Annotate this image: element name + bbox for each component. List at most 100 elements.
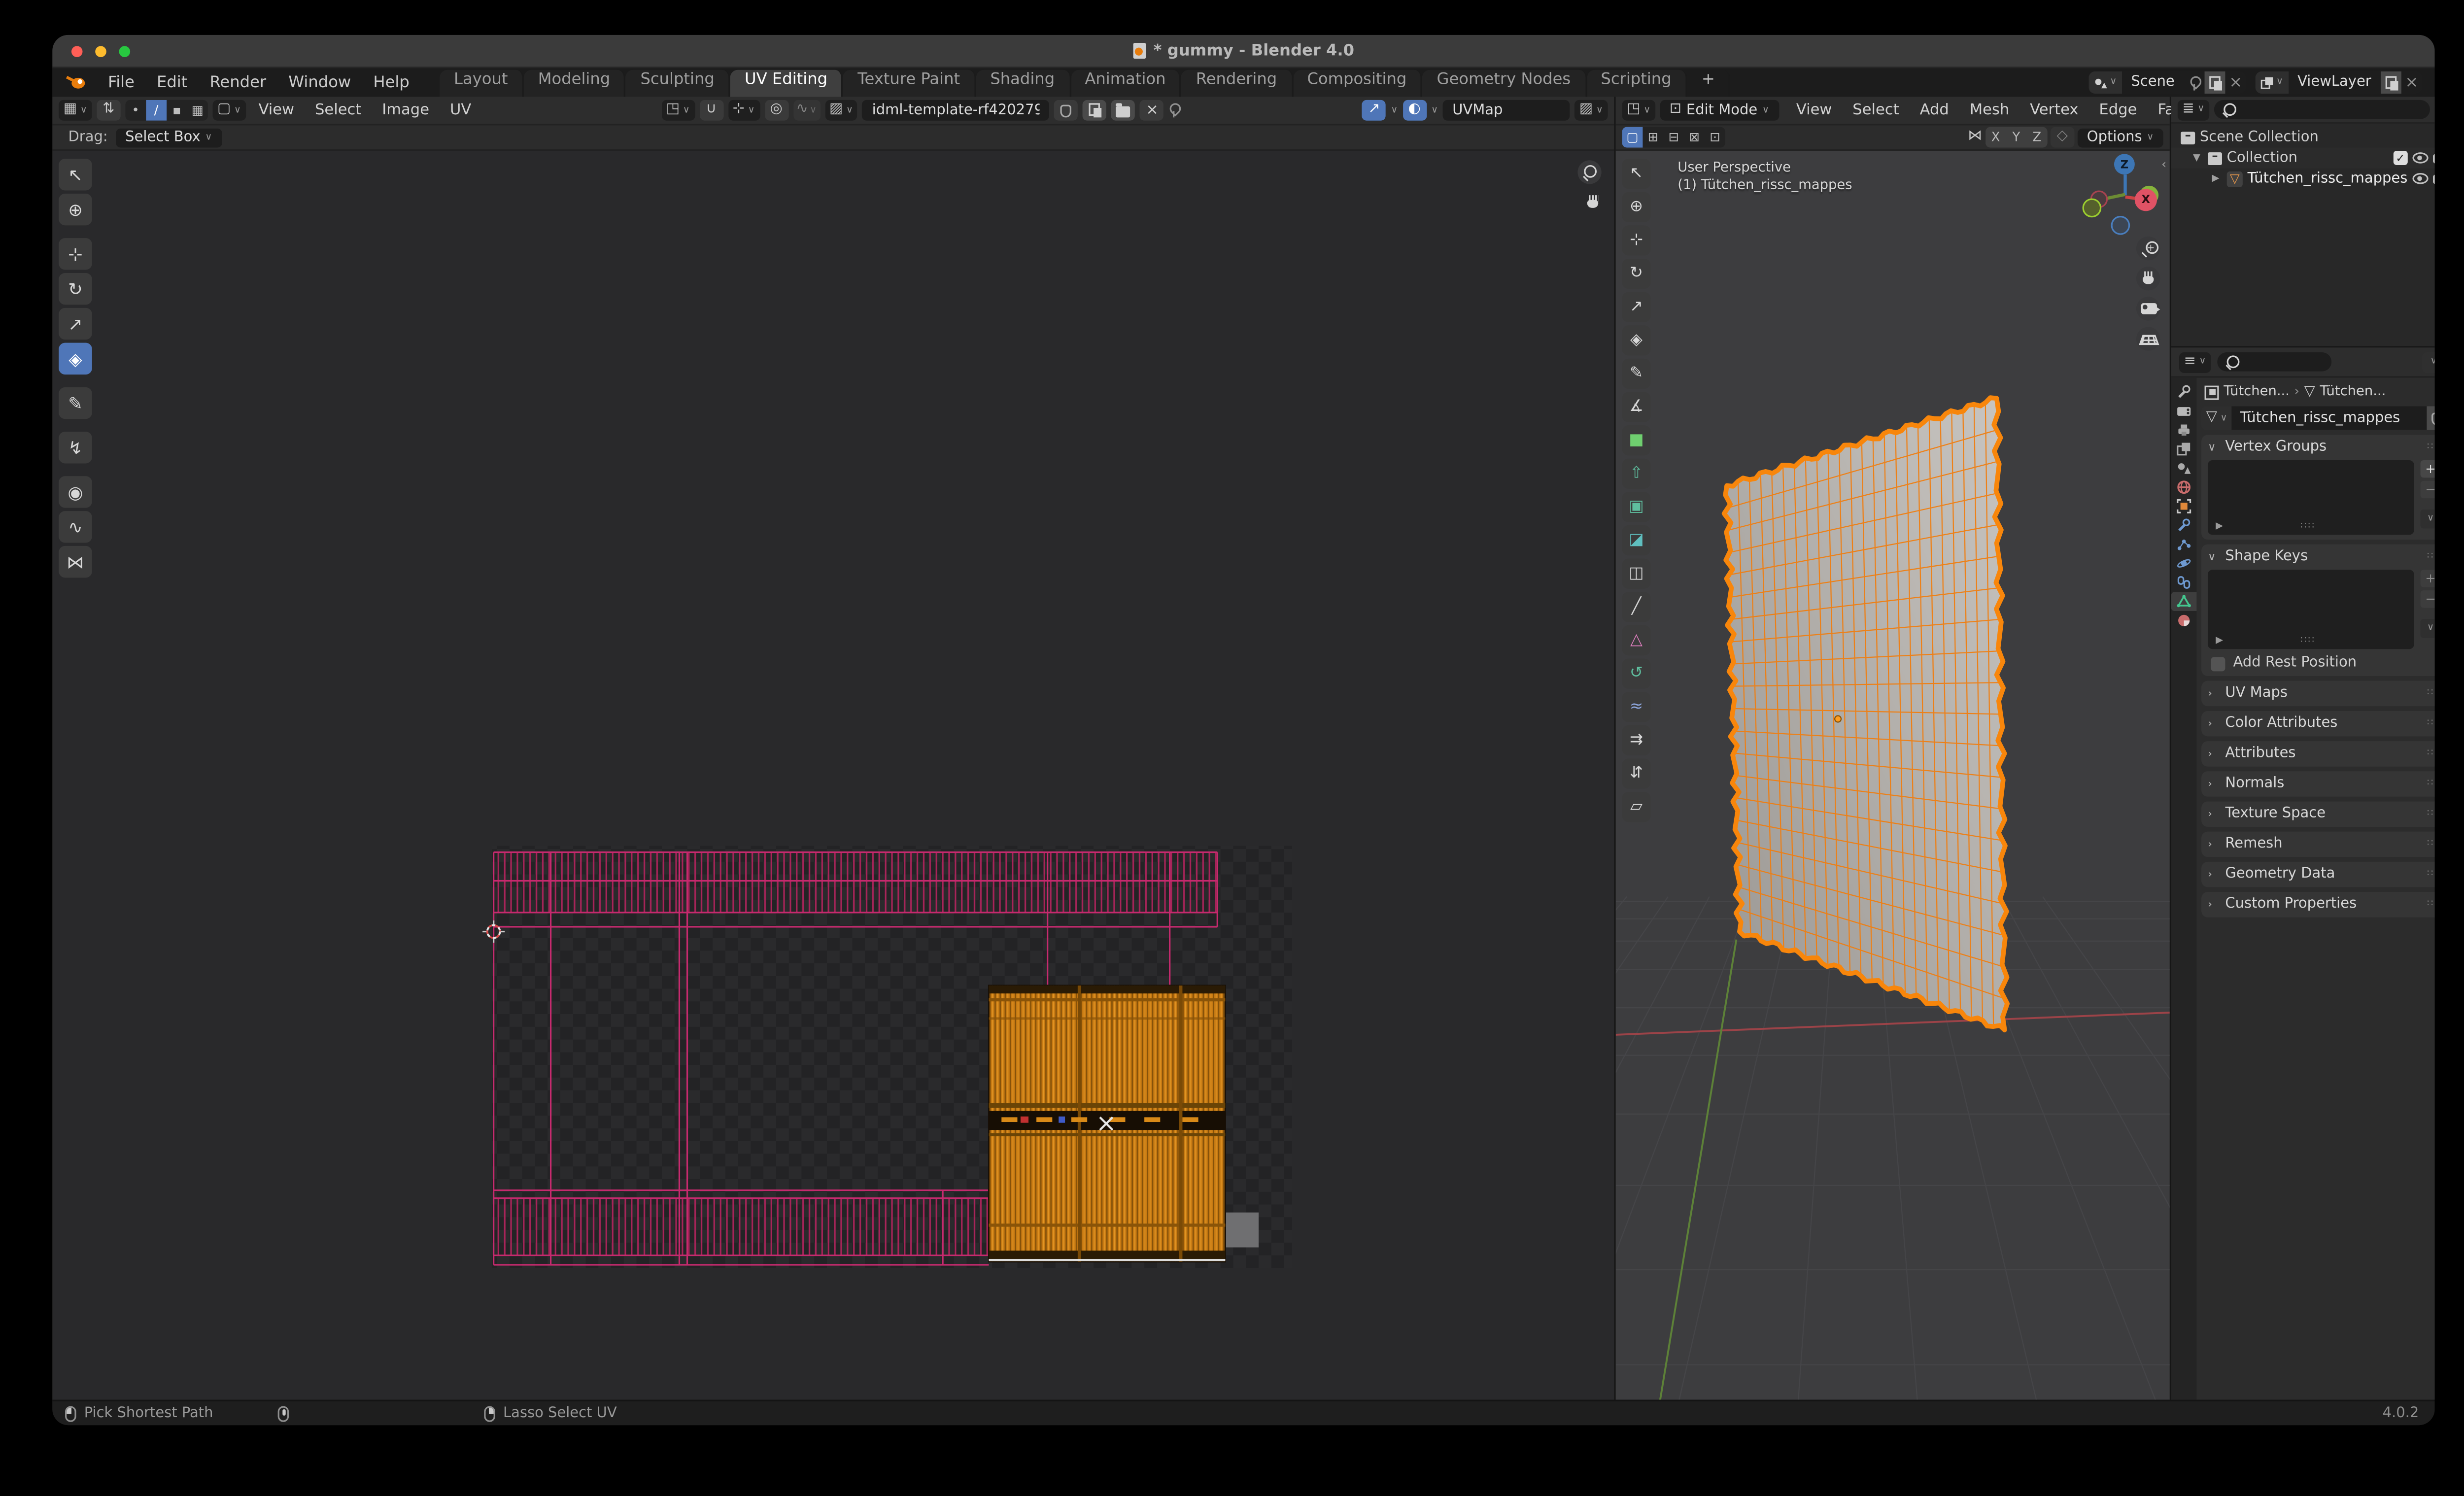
- panel-texture-space[interactable]: ›Texture Space∷∷: [2201, 801, 2435, 827]
- viewport-canvas[interactable]: User Perspective (1) Tütchen_rissc_mappe…: [1615, 150, 2170, 1400]
- mirror-y-button[interactable]: Y: [2006, 127, 2027, 148]
- outliner-row-object[interactable]: ▶ ▽ Tütchen_rissc_mappes: [2171, 168, 2435, 189]
- sticky-selection-dropdown[interactable]: ▢ ∨: [212, 100, 246, 121]
- outliner-search-input[interactable]: [2214, 100, 2430, 119]
- shape-keys-list[interactable]: ▶ ∷∷: [2207, 570, 2414, 649]
- zoom-window-button[interactable]: [119, 45, 131, 57]
- uv-zoom-button[interactable]: [1577, 160, 1602, 184]
- drag-mode-intersect-button[interactable]: ⊡: [1705, 127, 1725, 148]
- menu-render[interactable]: Render: [199, 72, 277, 93]
- new-image-button[interactable]: [1083, 100, 1107, 121]
- sidebar-collapse-arrow[interactable]: ‹: [2161, 157, 2166, 171]
- uv-sync-selection-toggle[interactable]: ⇅: [97, 100, 121, 121]
- uv-vertex-mode-button[interactable]: •: [125, 100, 146, 121]
- browse-mesh-data-button[interactable]: ▽ ∨: [2201, 406, 2232, 430]
- workspace-tab-shading[interactable]: Shading: [976, 69, 1071, 97]
- uv-menu-image[interactable]: Image: [374, 102, 437, 119]
- minimize-window-button[interactable]: [95, 45, 106, 57]
- mesh-name-field[interactable]: Tütchen_rissc_mappes: [2232, 406, 2427, 430]
- add-vertex-group-button[interactable]: +: [2420, 460, 2435, 478]
- tool-edge-slide-button[interactable]: ⇉: [1622, 725, 1651, 756]
- tool-shear-button[interactable]: ▱: [1622, 792, 1651, 822]
- workspace-tab-compositing[interactable]: Compositing: [1293, 69, 1423, 97]
- tab-tool[interactable]: [2171, 382, 2197, 401]
- tool-pinch-button[interactable]: ⋈: [59, 545, 92, 578]
- drag-mode-invert-button[interactable]: ⊠: [1684, 127, 1705, 148]
- viewlayer-name[interactable]: ViewLayer: [2288, 74, 2381, 90]
- panel-header[interactable]: ∨ Shape Keys ∷∷: [2208, 547, 2435, 565]
- outliner-row-scene-collection[interactable]: Scene Collection: [2171, 127, 2435, 148]
- uv-island-mode-button[interactable]: ▦: [187, 100, 208, 121]
- panel-remesh[interactable]: ›Remesh∷∷: [2201, 831, 2435, 857]
- list-filter-disclosure[interactable]: ▶: [2216, 520, 2223, 532]
- gizmo-minus-y-ball[interactable]: [2082, 198, 2102, 218]
- pin-scene-button[interactable]: [2184, 71, 2205, 94]
- mode-dropdown[interactable]: ⊡ Edit Mode ∨: [1660, 100, 1779, 121]
- menu-file[interactable]: File: [97, 72, 145, 93]
- close-window-button[interactable]: [71, 45, 83, 57]
- tool-scale-button[interactable]: ↗: [59, 307, 92, 340]
- tool-annotate-button[interactable]: ✎: [1622, 358, 1651, 389]
- workspace-tab-geometry-nodes[interactable]: Geometry Nodes: [1422, 69, 1587, 97]
- workspace-tab-rendering[interactable]: Rendering: [1181, 69, 1293, 97]
- correct-face-attributes-button[interactable]: ◇: [2050, 127, 2075, 148]
- unlink-image-button[interactable]: ×: [1140, 100, 1164, 121]
- show-overlays-toggle[interactable]: ◐: [1403, 100, 1427, 121]
- tool-knife-button[interactable]: ╱: [1622, 592, 1651, 622]
- tool-loop-cut-button[interactable]: ◫: [1622, 558, 1651, 589]
- tool-transform-button[interactable]: ◈: [59, 342, 92, 375]
- fake-user-button[interactable]: [2426, 406, 2435, 430]
- display-channels-dropdown[interactable]: ▨ ∨: [1574, 100, 1608, 121]
- view-menu[interactable]: View: [1788, 102, 1840, 119]
- blender-logo-icon[interactable]: [65, 74, 87, 90]
- collection-checkbox[interactable]: ✓: [2393, 150, 2408, 165]
- tool-rotate-button[interactable]: ↻: [1622, 258, 1651, 289]
- tool-move-button[interactable]: ⊹: [1622, 225, 1651, 256]
- show-gizmo-toggle[interactable]: ↗: [1362, 100, 1386, 121]
- tab-object[interactable]: [2171, 497, 2197, 515]
- tab-material[interactable]: [2171, 611, 2197, 629]
- workspace-tab-sculpting[interactable]: Sculpting: [626, 69, 731, 97]
- tool-scale-button[interactable]: ↗: [1622, 292, 1651, 322]
- workspace-tab-animation[interactable]: Animation: [1070, 69, 1182, 97]
- panel-uv-maps[interactable]: ›UV Maps∷∷: [2201, 680, 2435, 707]
- viewport-ortho-toggle-button[interactable]: [2136, 327, 2160, 351]
- add-menu[interactable]: Add: [1912, 102, 1956, 119]
- unlink-scene-button[interactable]: ×: [2225, 71, 2246, 94]
- tool-transform-button[interactable]: ◈: [1622, 325, 1651, 356]
- editor-type-button[interactable]: ▦ ∨: [59, 100, 92, 121]
- add-rest-position-checkbox[interactable]: [2211, 656, 2225, 671]
- tool-grab-button[interactable]: ◉: [59, 476, 92, 508]
- tab-particles[interactable]: [2171, 535, 2197, 553]
- snap-settings-dropdown[interactable]: ⊹ ∨: [728, 100, 760, 121]
- vertex-groups-list[interactable]: ▶ ∷∷: [2207, 460, 2414, 535]
- menu-help[interactable]: Help: [362, 72, 421, 93]
- list-filter-disclosure[interactable]: ▶: [2216, 635, 2223, 646]
- browse-scene-button[interactable]: ∨: [2089, 71, 2122, 94]
- gizmo-x-ball[interactable]: X: [2134, 189, 2157, 211]
- drag-mode-subtract-button[interactable]: ⊟: [1663, 127, 1684, 148]
- new-viewlayer-button[interactable]: [2381, 71, 2401, 94]
- outliner-row-collection[interactable]: ▼ Collection ✓: [2171, 147, 2435, 169]
- tool-annotate-button[interactable]: ✎: [59, 387, 92, 419]
- camera-render-icon[interactable]: [2432, 153, 2435, 163]
- pivot-point-dropdown[interactable]: ◳ ∨: [661, 100, 695, 121]
- uv-menu-view[interactable]: View: [250, 102, 302, 119]
- overlays-dropdown[interactable]: ∨: [1431, 105, 1438, 115]
- breadcrumb-data[interactable]: Tütchen...: [2320, 384, 2386, 400]
- workspace-tab-layout[interactable]: Layout: [440, 69, 524, 97]
- panel-attributes[interactable]: ›Attributes∷∷: [2201, 741, 2435, 767]
- tool-shrink-fatten-button[interactable]: ⇵: [1622, 758, 1651, 789]
- tool-rip-region-button[interactable]: ↯: [59, 432, 92, 464]
- remove-vertex-group-button[interactable]: −: [2420, 480, 2435, 499]
- mesh-menu[interactable]: Mesh: [1962, 102, 2018, 119]
- gizmo-dropdown[interactable]: ∨: [1391, 105, 1398, 115]
- tab-constraints[interactable]: [2171, 573, 2197, 591]
- tool-rotate-button[interactable]: ↻: [59, 272, 92, 305]
- tool-smooth-button[interactable]: ≈: [1622, 692, 1651, 722]
- new-scene-button[interactable]: [2205, 71, 2225, 94]
- uv-canvas[interactable]: ↖ ⊕ ⊹ ↻ ↗ ◈ ✎ ↯ ◉ ∿ ⋈: [52, 150, 1614, 1400]
- disclosure-open-icon[interactable]: ▼: [2190, 152, 2203, 164]
- menu-window[interactable]: Window: [277, 72, 362, 93]
- mirror-z-button[interactable]: Z: [2026, 127, 2047, 148]
